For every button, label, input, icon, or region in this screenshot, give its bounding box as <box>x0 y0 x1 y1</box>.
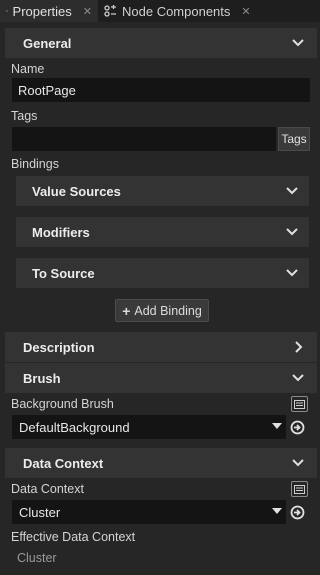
chevron-down-icon <box>286 228 298 236</box>
name-label: Name <box>11 62 45 76</box>
data-context-dropdown[interactable]: Cluster <box>12 500 286 524</box>
section-brush[interactable]: Brush <box>5 363 317 393</box>
binding-value-sources[interactable]: Value Sources <box>16 176 309 206</box>
dropdown-arrow-icon <box>272 423 282 429</box>
brush-editor-icon[interactable] <box>291 396 308 412</box>
chevron-down-icon <box>286 187 298 195</box>
plus-icon: + <box>122 302 131 319</box>
reset-icon[interactable] <box>289 504 306 521</box>
components-icon <box>104 5 116 17</box>
dropdown-arrow-icon <box>272 508 282 514</box>
chevron-down-icon <box>292 39 304 47</box>
close-icon[interactable]: ✕ <box>241 5 250 18</box>
section-description[interactable]: Description <box>5 332 317 362</box>
close-icon[interactable]: ✕ <box>83 5 92 18</box>
tab-properties[interactable]: Properties ✕ <box>0 0 98 22</box>
effective-data-context-value: Cluster <box>17 551 57 565</box>
effective-data-context-label: Effective Data Context <box>11 530 136 544</box>
modifiers-label: Modifiers <box>32 224 90 240</box>
chevron-down-icon <box>292 459 304 467</box>
section-general[interactable]: General <box>5 28 317 58</box>
binding-modifiers[interactable]: Modifiers <box>16 217 309 247</box>
background-brush-label: Background Brush <box>11 397 114 411</box>
section-data-context[interactable]: Data Context <box>5 448 317 478</box>
chevron-down-icon <box>286 269 298 277</box>
tab-node-components[interactable]: Node Components ✕ <box>98 0 257 22</box>
reset-icon[interactable] <box>289 419 306 436</box>
add-binding-label: Add Binding <box>134 303 202 318</box>
section-brush-label: Brush <box>23 370 61 386</box>
data-context-label: Data Context <box>11 482 84 496</box>
tab-properties-label: Properties <box>12 3 72 19</box>
bindings-label: Bindings <box>11 157 59 171</box>
tags-field[interactable] <box>12 127 276 151</box>
data-context-value: Cluster <box>19 504 61 520</box>
tab-node-components-label: Node Components <box>122 3 231 19</box>
chevron-down-icon <box>292 374 304 382</box>
tags-button[interactable]: Tags <box>278 127 310 151</box>
list-icon <box>6 10 8 12</box>
chevron-right-icon <box>295 341 303 353</box>
tab-bar: Properties ✕ Node Components ✕ <box>0 0 320 22</box>
background-brush-value: DefaultBackground <box>19 419 130 435</box>
to-source-label: To Source <box>32 265 95 281</box>
tags-label: Tags <box>11 109 38 123</box>
name-field[interactable]: RootPage <box>12 78 310 102</box>
section-data-context-label: Data Context <box>23 455 104 471</box>
data-context-editor-icon[interactable] <box>291 481 308 497</box>
background-brush-dropdown[interactable]: DefaultBackground <box>12 415 286 439</box>
value-sources-label: Value Sources <box>32 183 121 199</box>
section-description-label: Description <box>23 339 95 355</box>
section-general-label: General <box>23 35 72 51</box>
properties-panel: General Name RootPage Tags Tags Bindings… <box>0 22 320 575</box>
binding-to-source[interactable]: To Source <box>16 258 309 288</box>
add-binding-button[interactable]: + Add Binding <box>115 299 209 322</box>
